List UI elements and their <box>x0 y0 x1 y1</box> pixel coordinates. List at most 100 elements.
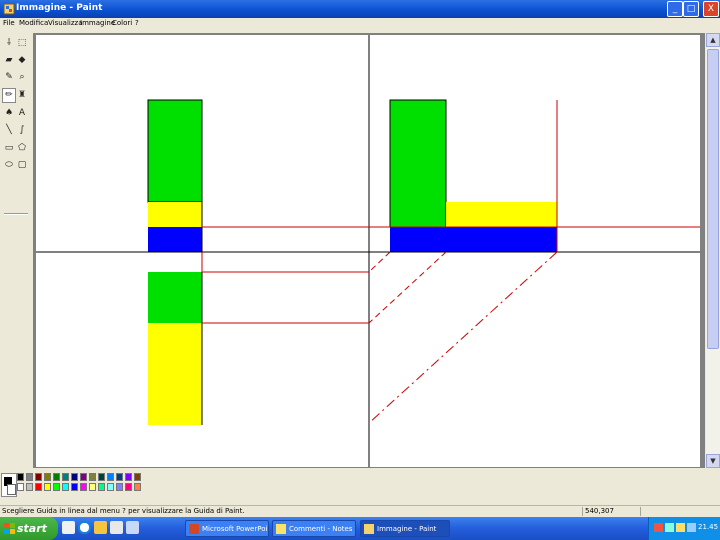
palette-swatch[interactable] <box>116 473 123 481</box>
tray-security-icon[interactable] <box>687 523 696 532</box>
airbrush-icon[interactable]: ♠ <box>3 107 15 120</box>
palette-swatch[interactable] <box>26 483 33 491</box>
palette-swatch[interactable] <box>107 473 114 481</box>
left-top-green-block <box>147 99 203 203</box>
quicklaunch-media-icon[interactable] <box>94 521 107 534</box>
scroll-up-icon[interactable]: ▲ <box>706 33 720 47</box>
menu-help[interactable]: ? <box>135 19 139 27</box>
status-separator <box>640 507 641 516</box>
palette-swatch[interactable] <box>62 473 69 481</box>
color-picker-icon[interactable]: ✎ <box>3 71 15 84</box>
scroll-down-icon[interactable]: ▼ <box>706 454 720 468</box>
menu-visualizza[interactable]: Visualizza <box>48 19 82 27</box>
brush-icon[interactable]: ♜ <box>16 89 28 102</box>
menu-bar: File Modifica Visualizza Immagine Colori… <box>0 18 720 31</box>
minimize-button[interactable]: _ <box>667 1 683 17</box>
diagonal-dashed-2 <box>368 251 447 324</box>
palette-swatch[interactable] <box>89 483 96 491</box>
palette-swatch[interactable] <box>125 483 132 491</box>
palette-swatch[interactable] <box>26 473 33 481</box>
menu-file[interactable]: File <box>3 19 15 27</box>
paint-app-icon <box>3 3 15 15</box>
palette-swatch[interactable] <box>35 483 42 491</box>
close-button[interactable]: X <box>703 1 719 17</box>
palette-swatch[interactable] <box>17 483 24 491</box>
task-label: Microsoft PowerPoint - ... <box>202 525 268 533</box>
palette-swatch[interactable] <box>62 483 69 491</box>
palette-swatch[interactable] <box>53 483 60 491</box>
palette-swatch[interactable] <box>98 483 105 491</box>
palette-swatch[interactable] <box>44 483 51 491</box>
palette-swatch[interactable] <box>89 473 96 481</box>
title-bar[interactable]: Immagine - Paint _ □ X <box>0 0 720 18</box>
taskbar: start Microsoft PowerPoint - ... Comment… <box>0 517 720 540</box>
text-tool-icon[interactable]: A <box>16 107 28 120</box>
palette-swatch[interactable] <box>80 473 87 481</box>
left-blue-strip <box>148 227 202 252</box>
system-tray: 21.45 <box>648 517 720 540</box>
polygon-tool-icon[interactable]: ⬠ <box>16 142 28 155</box>
task-label: Immagine - Paint <box>377 525 437 533</box>
cursor-coordinates: 540,307 <box>585 507 614 515</box>
curve-tool-icon[interactable]: ∫ <box>16 124 28 137</box>
magnifier-icon[interactable]: ⌕ <box>16 71 28 84</box>
palette-swatch[interactable] <box>116 483 123 491</box>
powerpoint-icon <box>189 524 199 534</box>
palette-swatch[interactable] <box>98 473 105 481</box>
quicklaunch-desktop-icon[interactable] <box>62 521 75 534</box>
toolbox: ⸸ ⬚ ▰ ◆ ✎ ⌕ ✏ ♜ ♠ A ╲ ∫ ▭ ⬠ ⬭ ▢ <box>0 33 33 468</box>
drawing-canvas[interactable] <box>36 35 700 467</box>
window-title: Immagine - Paint <box>16 3 103 13</box>
fill-bucket-icon[interactable]: ◆ <box>16 54 28 67</box>
palette-swatch[interactable] <box>35 473 42 481</box>
palette-swatch[interactable] <box>71 473 78 481</box>
status-bar: Scegliere Guida in linea dal menu ? per … <box>0 505 720 517</box>
quicklaunch-explorer-icon[interactable] <box>110 521 123 534</box>
task-paint[interactable]: Immagine - Paint <box>360 520 450 537</box>
start-button[interactable]: start <box>0 517 58 540</box>
current-colors-box[interactable] <box>1 473 17 497</box>
palette-swatch[interactable] <box>80 483 87 491</box>
palette-swatch[interactable] <box>134 483 141 491</box>
left-bottom-green-block <box>148 272 202 323</box>
palette-swatch[interactable] <box>17 473 24 481</box>
tray-network-icon[interactable] <box>665 523 674 532</box>
menu-modifica[interactable]: Modifica <box>19 19 48 27</box>
left-bottom-yellow-block <box>148 323 202 425</box>
palette-swatch[interactable] <box>71 483 78 491</box>
quicklaunch-ie-icon[interactable] <box>78 521 91 534</box>
palette-swatch[interactable] <box>107 483 114 491</box>
maximize-button[interactable]: □ <box>683 1 699 17</box>
palette-swatch[interactable] <box>134 473 141 481</box>
paint-icon <box>364 524 374 534</box>
windows-flag-icon <box>4 523 15 534</box>
rectangle-tool-icon[interactable]: ▭ <box>3 142 15 155</box>
rounded-rect-tool-icon[interactable]: ▢ <box>16 159 28 172</box>
task-notes[interactable]: Commenti - Notes ... <box>272 520 356 537</box>
status-separator <box>582 507 583 516</box>
palette-swatch[interactable] <box>44 473 51 481</box>
palette-swatch[interactable] <box>125 473 132 481</box>
task-label: Commenti - Notes ... <box>289 525 356 533</box>
menu-immagine[interactable]: Immagine <box>80 19 115 27</box>
task-powerpoint[interactable]: Microsoft PowerPoint - ... <box>185 520 269 537</box>
quicklaunch-show-more-icon[interactable] <box>126 521 139 534</box>
background-color[interactable] <box>7 484 16 495</box>
ellipse-tool-icon[interactable]: ⬭ <box>3 159 15 172</box>
diagonal-dashed-3 <box>368 251 558 424</box>
line-tool-icon[interactable]: ╲ <box>3 124 15 137</box>
pencil-icon[interactable]: ✏ <box>2 88 16 103</box>
menu-colori[interactable]: Colori <box>112 19 132 27</box>
rect-select-icon[interactable]: ⬚ <box>16 37 28 50</box>
color-swatches <box>17 473 143 493</box>
vertical-scrollbar[interactable]: ▲ ▼ <box>706 33 720 468</box>
eraser-icon[interactable]: ▰ <box>3 54 15 67</box>
free-select-icon[interactable]: ⸸ <box>3 37 15 50</box>
tray-alert-icon[interactable] <box>654 523 663 532</box>
scroll-thumb[interactable] <box>707 49 719 349</box>
notes-icon <box>276 524 286 534</box>
palette-swatch[interactable] <box>53 473 60 481</box>
tray-volume-icon[interactable] <box>676 523 685 532</box>
diagonal-dashed-1 <box>368 251 391 273</box>
right-blue-block <box>390 227 557 252</box>
